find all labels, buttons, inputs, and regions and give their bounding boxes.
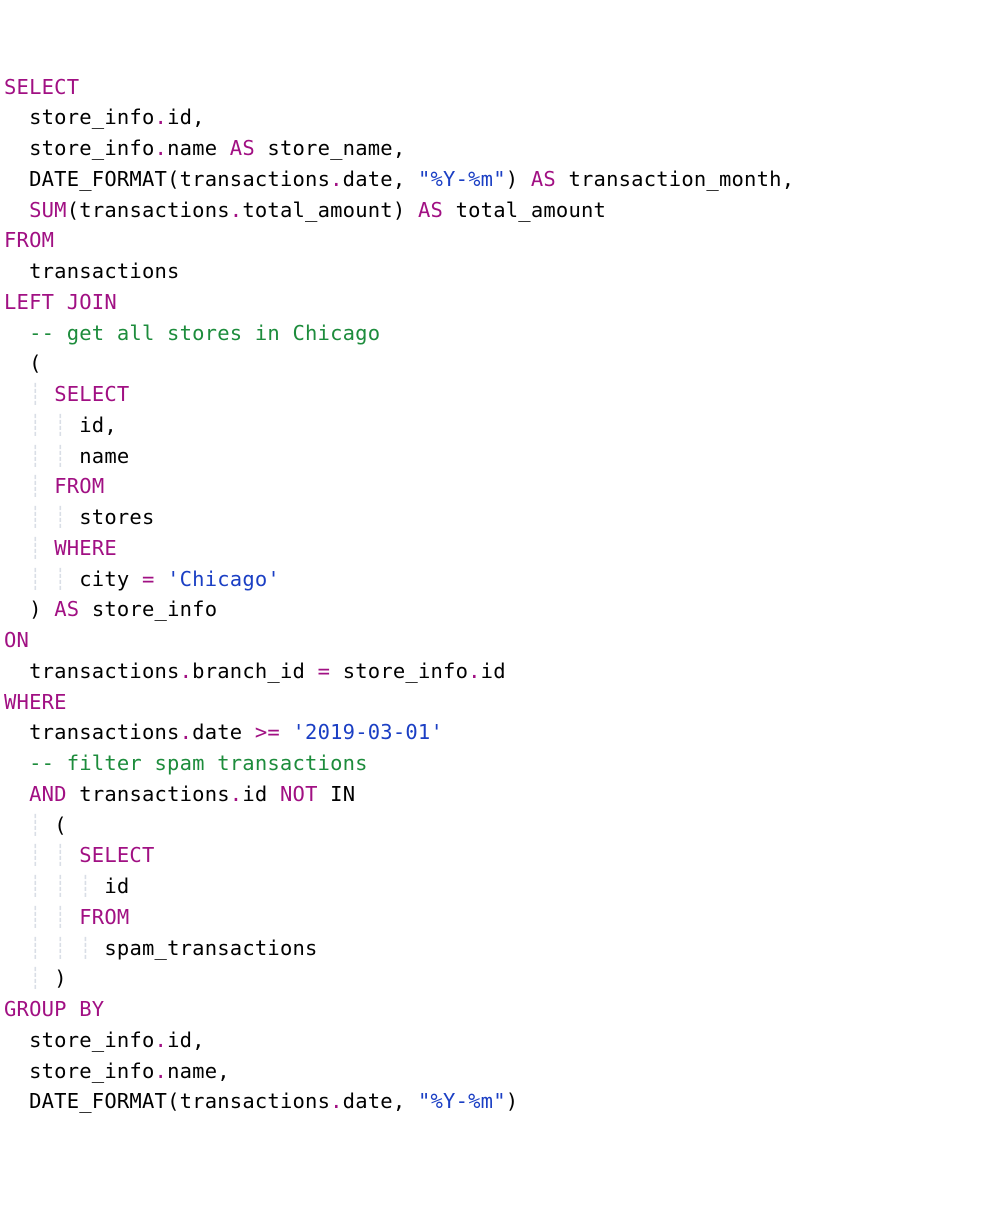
ident: id (104, 874, 129, 898)
keyword-and: AND (29, 782, 67, 806)
keyword-as: AS (54, 597, 79, 621)
ident: transactions (79, 782, 230, 806)
ident: transaction_month (568, 167, 781, 191)
ident: id (242, 782, 267, 806)
keyword-select: SELECT (54, 382, 129, 406)
string-literal: '2019-03-01' (293, 720, 444, 744)
sql-code-block: SELECT store_info.id, store_info.name AS… (4, 72, 984, 1118)
ident: transactions (180, 167, 331, 191)
ident: total_amount (242, 198, 393, 222)
ident: store_info (29, 1028, 154, 1052)
string-literal: "%Y-%m" (418, 167, 506, 191)
func-sum: SUM (29, 198, 67, 222)
keyword-left-join: LEFT JOIN (4, 290, 117, 314)
string-literal: "%Y-%m" (418, 1089, 506, 1113)
ident: transactions (29, 259, 180, 283)
ident: id (481, 659, 506, 683)
ident: date (343, 1089, 393, 1113)
ident: store_name (267, 136, 392, 160)
op-eq: = (142, 567, 155, 591)
op-eq: = (318, 659, 331, 683)
keyword-select: SELECT (79, 843, 154, 867)
keyword-from: FROM (54, 474, 104, 498)
ident: transactions (180, 1089, 331, 1113)
keyword-where: WHERE (54, 536, 117, 560)
keyword-as: AS (418, 198, 443, 222)
func-date-format: DATE_FORMAT (29, 1089, 167, 1113)
ident: transactions (79, 198, 230, 222)
keyword-not: NOT (280, 782, 318, 806)
ident: name (167, 136, 217, 160)
ident: date (192, 720, 242, 744)
ident: city (79, 567, 129, 591)
ident: date (343, 167, 393, 191)
ident: id (79, 413, 104, 437)
keyword-select: SELECT (4, 75, 79, 99)
keyword-from: FROM (4, 228, 54, 252)
op-ge: >= (255, 720, 280, 744)
ident: id (167, 105, 192, 129)
ident: store_info (29, 1059, 154, 1083)
ident: store_info (29, 105, 154, 129)
keyword-from: FROM (79, 905, 129, 929)
ident: store_info (29, 136, 154, 160)
comment: -- get all stores in Chicago (29, 321, 380, 345)
keyword-where: WHERE (4, 690, 67, 714)
string-literal: 'Chicago' (167, 567, 280, 591)
ident: total_amount (456, 198, 607, 222)
func-date-format: DATE_FORMAT (29, 167, 167, 191)
ident: spam_transactions (104, 936, 317, 960)
ident: id (167, 1028, 192, 1052)
ident: branch_id (192, 659, 305, 683)
ident: transactions (29, 720, 180, 744)
ident: stores (79, 505, 154, 529)
ident: transactions (29, 659, 180, 683)
ident: name (167, 1059, 217, 1083)
keyword-as: AS (531, 167, 556, 191)
ident: store_info (92, 597, 217, 621)
keyword-in: IN (330, 782, 355, 806)
keyword-as: AS (230, 136, 255, 160)
ident: name (79, 444, 129, 468)
keyword-group-by: GROUP BY (4, 997, 104, 1021)
comment: -- filter spam transactions (29, 751, 368, 775)
keyword-on: ON (4, 628, 29, 652)
ident: store_info (343, 659, 468, 683)
